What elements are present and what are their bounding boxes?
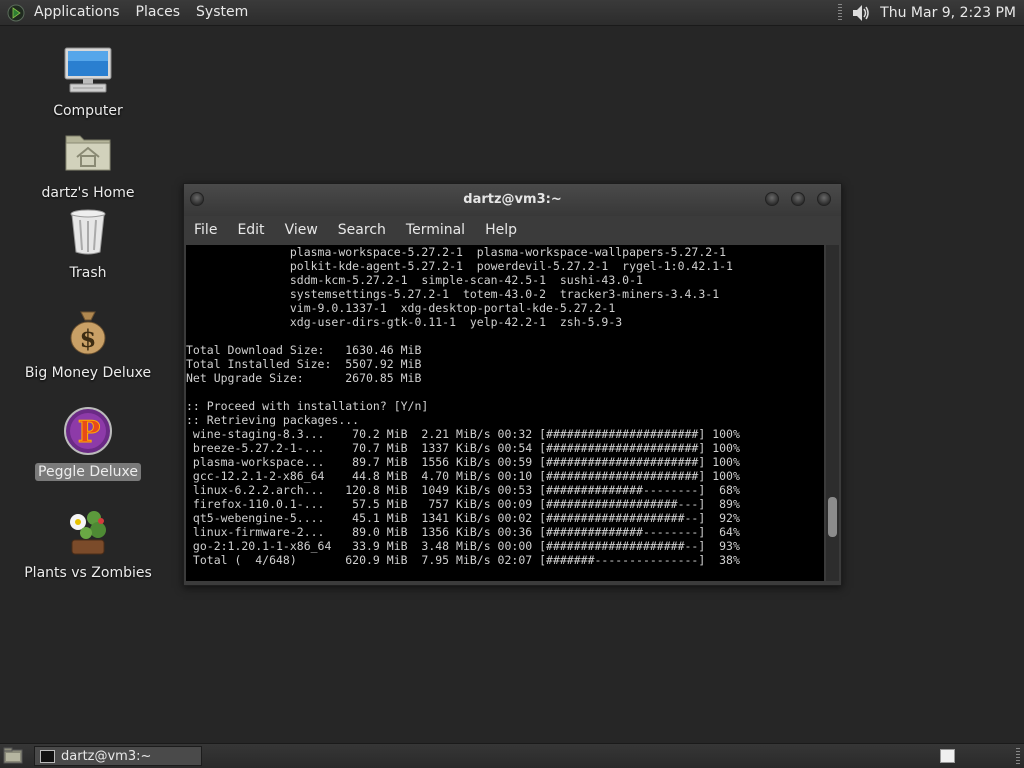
terminal-line: systemsettings-5.27.2-1 totem-43.0-2 tra… bbox=[186, 287, 720, 301]
desktop-icon-plants-vs-zombies[interactable]: Plants vs Zombies bbox=[13, 506, 163, 582]
menu-edit[interactable]: Edit bbox=[227, 222, 274, 238]
applications-menu[interactable]: Applications bbox=[26, 0, 128, 25]
desktop-icon-peggle[interactable]: P Peggle Deluxe bbox=[13, 405, 163, 481]
taskbar-label: dartz@vm3:~ bbox=[61, 748, 152, 764]
desktop-icon-label: Big Money Deluxe bbox=[24, 365, 152, 381]
system-menu[interactable]: System bbox=[188, 0, 256, 25]
terminal-line: Total ( 4/648) 620.9 MiB 7.95 MiB/s 02:0… bbox=[186, 553, 740, 567]
terminal-menu-bar: File Edit View Search Terminal Help bbox=[184, 217, 841, 243]
terminal-line: firefox-110.0.1-... 57.5 MiB 757 KiB/s 0… bbox=[186, 497, 740, 511]
menu-search[interactable]: Search bbox=[328, 222, 396, 238]
computer-icon bbox=[64, 47, 112, 93]
terminal-screen[interactable]: plasma-workspace-5.27.2-1 plasma-workspa… bbox=[186, 245, 824, 581]
desktop-icon-label: Computer bbox=[53, 103, 123, 119]
terminal-icon bbox=[40, 749, 55, 763]
clock[interactable]: Thu Mar 9, 2:23 PM bbox=[880, 5, 1016, 21]
workspace-switcher[interactable] bbox=[940, 749, 955, 763]
title-bar[interactable]: dartz@vm3:~ bbox=[184, 184, 841, 216]
svg-text:P: P bbox=[78, 415, 101, 450]
menu-terminal[interactable]: Terminal bbox=[396, 222, 475, 238]
terminal-line: plasma-workspace... 89.7 MiB 1556 KiB/s … bbox=[186, 455, 740, 469]
desktop-icon-label: Trash bbox=[69, 265, 107, 281]
svg-text:$: $ bbox=[80, 324, 97, 353]
panel-tray: Thu Mar 9, 2:23 PM bbox=[838, 0, 1024, 25]
terminal-line: linux-6.2.2.arch... 120.8 MiB 1049 KiB/s… bbox=[186, 483, 740, 497]
menu-file[interactable]: File bbox=[184, 222, 227, 238]
places-menu[interactable]: Places bbox=[128, 0, 189, 25]
menu-help[interactable]: Help bbox=[475, 222, 527, 238]
desktop-icon-label: Peggle Deluxe bbox=[35, 463, 141, 481]
plants-vs-zombies-icon bbox=[70, 511, 106, 555]
terminal-line: Net Upgrade Size: 2670.85 MiB bbox=[186, 371, 422, 385]
money-bag-icon: $ bbox=[70, 311, 106, 355]
panel-handle[interactable] bbox=[1016, 748, 1020, 764]
taskbar-terminal-button[interactable]: dartz@vm3:~ bbox=[34, 746, 202, 766]
scrollbar-thumb[interactable] bbox=[828, 497, 837, 537]
panel-handle[interactable] bbox=[838, 4, 843, 21]
terminal-line: breeze-5.27.2-1-... 70.7 MiB 1337 KiB/s … bbox=[186, 441, 740, 455]
terminal-line: Total Installed Size: 5507.92 MiB bbox=[186, 357, 422, 371]
close-button[interactable] bbox=[817, 192, 831, 206]
terminal-line: :: Retrieving packages... bbox=[186, 413, 360, 427]
desktop-icon-home[interactable]: dartz's Home bbox=[13, 126, 163, 202]
terminal-line: qt5-webengine-5.... 45.1 MiB 1341 KiB/s … bbox=[186, 511, 740, 525]
desktop-icon-big-money[interactable]: $ Big Money Deluxe bbox=[13, 306, 163, 382]
terminal-line: xdg-user-dirs-gtk-0.11-1 yelp-42.2-1 zsh… bbox=[186, 315, 623, 329]
home-folder-icon bbox=[65, 135, 111, 171]
terminal-window[interactable]: dartz@vm3:~ File Edit View Search Termin… bbox=[183, 183, 842, 586]
terminal-output: plasma-workspace-5.27.2-1 plasma-workspa… bbox=[186, 245, 824, 567]
desktop-icon-computer[interactable]: Computer bbox=[13, 44, 163, 120]
volume-icon[interactable] bbox=[850, 2, 872, 24]
terminal-line: :: Proceed with installation? [Y/n] bbox=[186, 399, 429, 413]
peggle-icon: P bbox=[64, 407, 112, 455]
terminal-line: sddm-kcm-5.27.2-1 simple-scan-42.5-1 sus… bbox=[186, 273, 643, 287]
terminal-line: gcc-12.2.1-2-x86_64 44.8 MiB 4.70 MiB/s … bbox=[186, 469, 740, 483]
maximize-button[interactable] bbox=[791, 192, 805, 206]
terminal-line: vim-9.0.1337-1 xdg-desktop-portal-kde-5.… bbox=[186, 301, 616, 315]
terminal-line: go-2:1.20.1-1-x86_64 33.9 MiB 3.48 MiB/s… bbox=[186, 539, 740, 553]
terminal-line: polkit-kde-agent-5.27.2-1 powerdevil-5.2… bbox=[186, 259, 733, 273]
applications-logo-icon[interactable] bbox=[7, 4, 25, 22]
window-title: dartz@vm3:~ bbox=[463, 192, 562, 207]
terminal-line: plasma-workspace-5.27.2-1 plasma-workspa… bbox=[186, 245, 727, 259]
terminal-line: linux-firmware-2... 89.0 MiB 1356 KiB/s … bbox=[186, 525, 740, 539]
terminal-line: Total Download Size: 1630.46 MiB bbox=[186, 343, 422, 357]
show-desktop-icon[interactable] bbox=[3, 747, 23, 764]
menu-view[interactable]: View bbox=[275, 222, 328, 238]
bottom-panel: dartz@vm3:~ bbox=[0, 743, 1024, 768]
terminal-line: wine-staging-8.3... 70.2 MiB 2.21 MiB/s … bbox=[186, 427, 740, 441]
desktop-icon-label: dartz's Home bbox=[41, 185, 135, 201]
trash-icon bbox=[70, 209, 106, 255]
top-panel: Applications Places System Thu Mar 9, 2:… bbox=[0, 0, 1024, 26]
desktop-icon-trash[interactable]: Trash bbox=[13, 206, 163, 282]
desktop-icon-label: Plants vs Zombies bbox=[24, 565, 152, 581]
minimize-button[interactable] bbox=[765, 192, 779, 206]
terminal-scrollbar[interactable] bbox=[826, 245, 839, 581]
